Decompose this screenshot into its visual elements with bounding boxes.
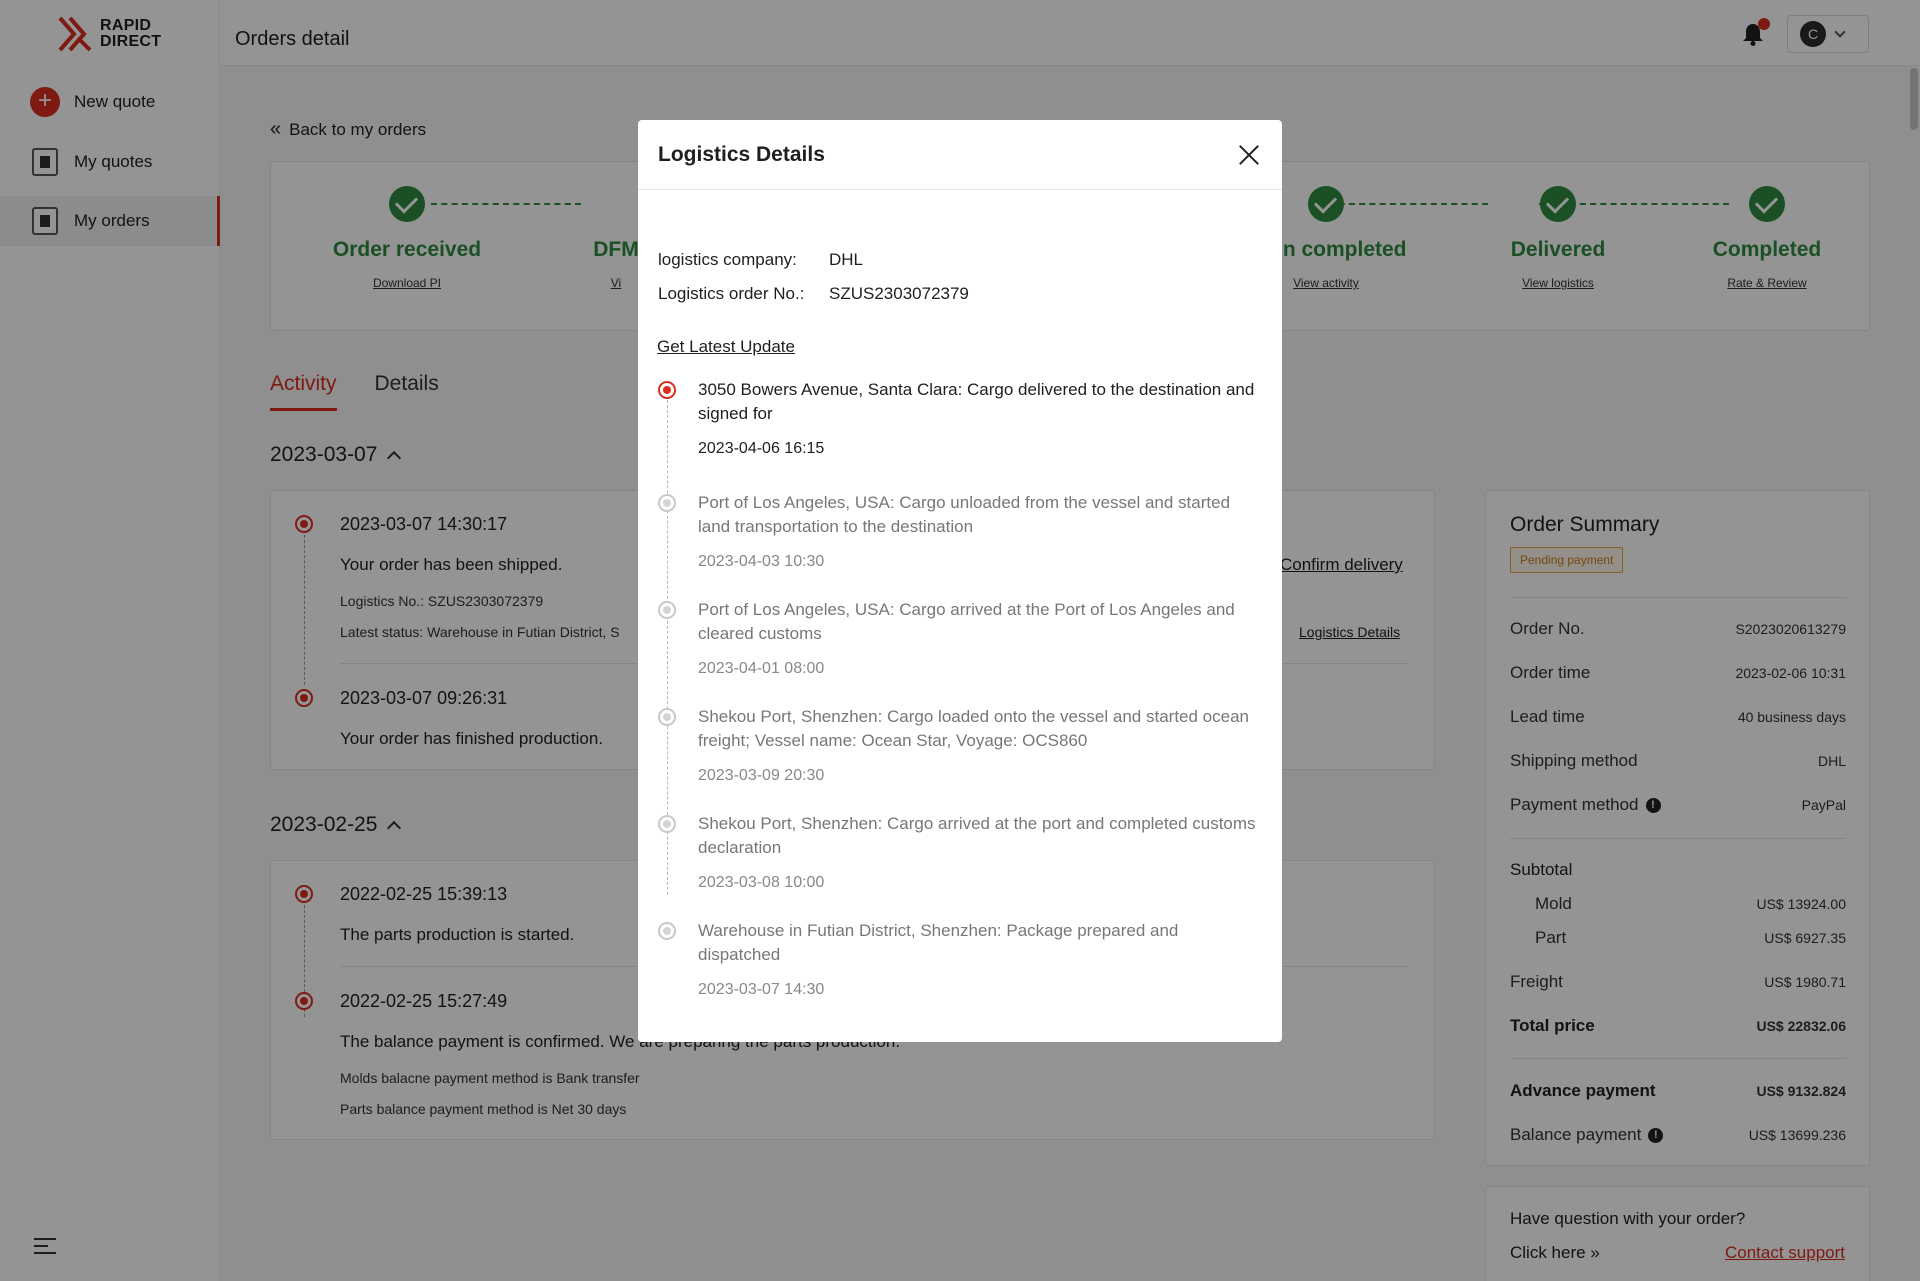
logistics-order-row: Logistics order No.: SZUS2303072379 bbox=[658, 284, 969, 303]
timeline-event-time: 2023-04-03 10:30 bbox=[698, 553, 825, 570]
timeline-event-time: 2023-04-06 16:15 bbox=[698, 440, 825, 457]
logistics-order-value: SZUS2303072379 bbox=[829, 284, 969, 303]
timeline-event-time: 2023-03-07 14:30 bbox=[698, 981, 825, 998]
timeline-event-time: 2023-03-09 20:30 bbox=[698, 767, 825, 784]
logistics-company-row: logistics company: DHL bbox=[658, 250, 864, 269]
timeline-event-text: Port of Los Angeles, USA: Cargo unloaded… bbox=[698, 493, 1231, 536]
timeline-dot bbox=[658, 601, 676, 619]
timeline-event-text: Shekou Port, Shenzhen: Cargo arrived at … bbox=[698, 814, 1256, 857]
timeline-dot bbox=[658, 815, 676, 833]
timeline-event-time: 2023-03-08 10:00 bbox=[698, 874, 825, 891]
timeline-event-text: Warehouse in Futian District, Shenzhen: … bbox=[698, 921, 1179, 964]
timeline-dot bbox=[658, 494, 676, 512]
timeline-event-text: 3050 Bowers Avenue, Santa Clara: Cargo d… bbox=[698, 380, 1255, 423]
timeline-event-text: Shekou Port, Shenzhen: Cargo loaded onto… bbox=[698, 707, 1249, 750]
timeline-dot bbox=[658, 381, 676, 399]
timeline-dot bbox=[658, 922, 676, 940]
logistics-company-value: DHL bbox=[829, 250, 864, 269]
timeline-event-text: Port of Los Angeles, USA: Cargo arrived … bbox=[698, 600, 1235, 643]
close-icon[interactable] bbox=[1236, 142, 1262, 168]
get-latest-update-link[interactable]: Get Latest Update bbox=[657, 337, 795, 357]
timeline-event-time: 2023-04-01 08:00 bbox=[698, 660, 825, 677]
logistics-details-modal: Logistics Details logistics company: DHL… bbox=[638, 120, 1282, 1042]
modal-header: Logistics Details bbox=[638, 120, 1282, 190]
timeline-dot bbox=[658, 708, 676, 726]
modal-title: Logistics Details bbox=[658, 143, 825, 166]
